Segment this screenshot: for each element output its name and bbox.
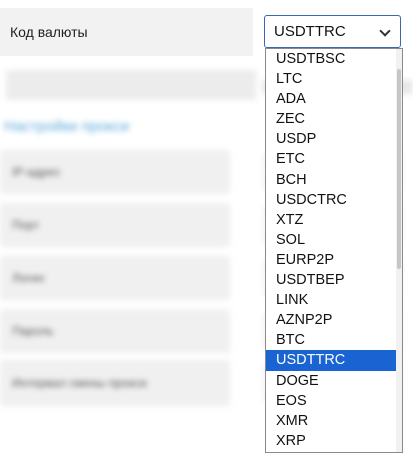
dropdown-option-usdttrc[interactable]: USDTTRC [266, 350, 402, 371]
section-title: Настройки прокси [4, 118, 130, 135]
form-row-label: Интервал смены прокси [12, 376, 147, 390]
form-row-label: IP-адрес [12, 165, 61, 179]
dropdown-option-xtz[interactable]: XTZ [266, 210, 402, 230]
dropdown-option-aznp2p[interactable]: AZNP2P [266, 310, 402, 330]
form-row-label: Пароль [12, 324, 54, 338]
dropdown-option-sol[interactable]: SOL [266, 230, 402, 250]
dropdown-option-xmr[interactable]: XMR [266, 411, 402, 431]
dropdown-option-usdtbep[interactable]: USDTBEP [266, 270, 402, 290]
dropdown-option-zec[interactable]: ZEC [266, 109, 402, 129]
dropdown-options: USDTBSC LTC ADA ZEC USDP ETC BCH USDCTRC XTZ SOL E… [266, 49, 402, 451]
form-row-ip: IP-адрес [0, 150, 230, 194]
dropdown-option-xrp[interactable]: XRP [266, 431, 402, 451]
dropdown-option-doge[interactable]: DOGE [266, 371, 402, 391]
dropdown-option-link[interactable]: LINK [266, 290, 402, 310]
dropdown-option-ltc[interactable]: LTC [266, 69, 402, 89]
dropdown-option-eurp2p[interactable]: EURP2P [266, 250, 402, 270]
currency-dropdown-list[interactable]: USDTBSC LTC ADA ZEC USDP ETC BCH USDCTRC XTZ SOL E… [265, 48, 403, 453]
chevron-down-icon [379, 25, 391, 37]
currency-code-label: Код валюты [10, 24, 88, 40]
dropdown-option-bch[interactable]: BCH [266, 170, 402, 190]
dropdown-option-etc[interactable]: ETC [266, 149, 402, 169]
dropdown-option-usdp[interactable]: USDP [266, 129, 402, 149]
dropdown-option-usdtbsc[interactable]: USDTBSC [266, 49, 402, 69]
form-row-label: Порт [12, 218, 40, 232]
dropdown-option-eos[interactable]: EOS [266, 391, 402, 411]
form-row-interval: Интервал смены прокси [0, 360, 230, 406]
currency-code-label-cell: Код валюты [0, 8, 253, 56]
form-row-password: Пароль [0, 309, 230, 353]
form-row-label: Логин [12, 271, 45, 285]
dropdown-option-btc[interactable]: BTC [266, 330, 402, 350]
dropdown-option-ada[interactable]: ADA [266, 89, 402, 109]
blurred-header-bar [6, 70, 256, 100]
form-row-login: Логин [0, 256, 230, 300]
dropdown-scrollbar-track[interactable] [396, 49, 402, 452]
currency-code-selected-value: USDTTRC [274, 23, 346, 40]
form-row-port: Порт [0, 203, 230, 247]
dropdown-scrollbar-thumb[interactable] [397, 69, 401, 269]
dropdown-option-usdctrc[interactable]: USDCTRC [266, 190, 402, 210]
currency-code-select[interactable]: USDTTRC [264, 15, 401, 48]
